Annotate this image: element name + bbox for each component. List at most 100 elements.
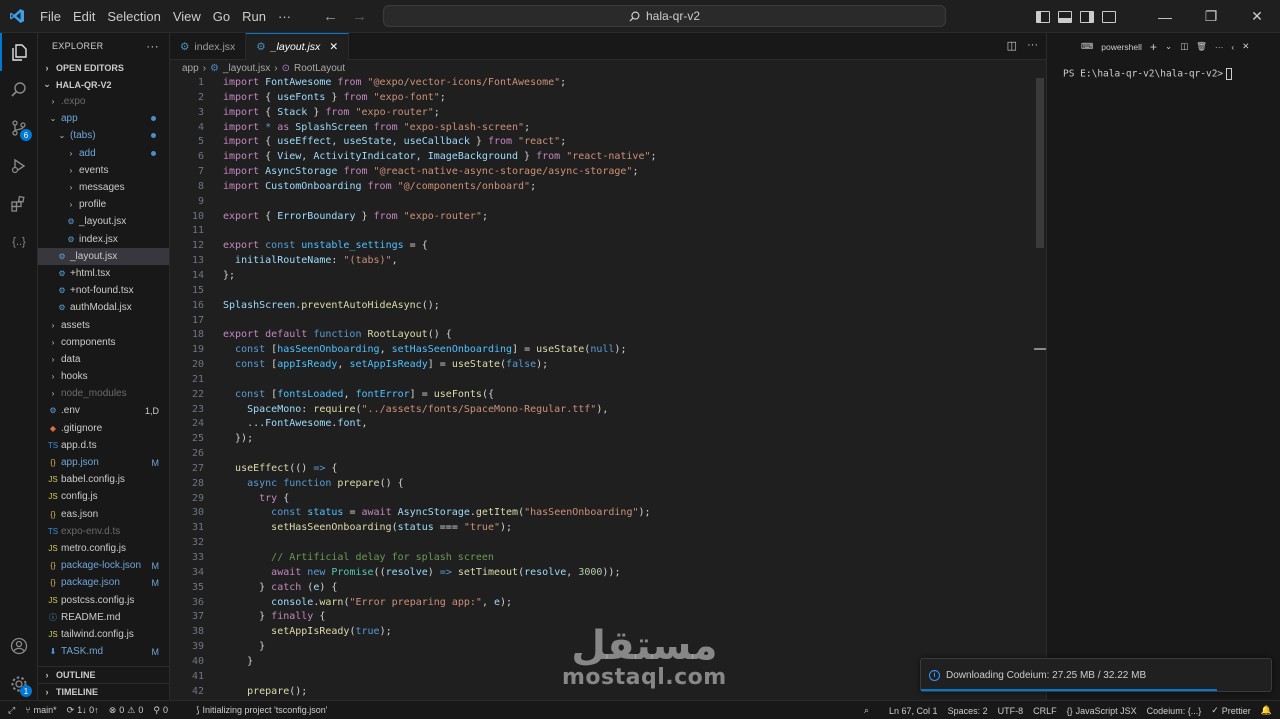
- file-item[interactable]: ⓘ README.md: [38, 609, 169, 626]
- search-activity[interactable]: [0, 71, 38, 109]
- terminal-shell-name[interactable]: powershell: [1101, 42, 1142, 52]
- folder-item[interactable]: ⌄ app: [38, 110, 169, 127]
- file-item[interactable]: ⚙ +not-found.tsx: [38, 282, 169, 299]
- language-mode[interactable]: {} JavaScript JSX: [1062, 706, 1142, 716]
- file-item[interactable]: {} eas.json: [38, 506, 169, 523]
- breadcrumb-file[interactable]: _layout.jsx: [223, 63, 270, 74]
- json-activity[interactable]: {..}: [0, 223, 38, 261]
- close-tab-icon[interactable]: ✕: [329, 41, 338, 53]
- open-editors-section[interactable]: › OPEN EDITORS: [38, 59, 169, 76]
- command-center-search[interactable]: hala-qr-v2: [383, 5, 946, 27]
- file-item[interactable]: ⬇ TASK.md M: [38, 643, 169, 660]
- source-control-activity[interactable]: 6: [0, 109, 38, 147]
- file-item[interactable]: JS postcss.config.js: [38, 591, 169, 608]
- prettier-status[interactable]: ✓ Prettier: [1206, 705, 1256, 716]
- new-terminal-icon[interactable]: +: [1150, 40, 1157, 54]
- file-item[interactable]: TS expo-env.d.ts: [38, 523, 169, 540]
- manage-activity[interactable]: 1: [0, 665, 38, 703]
- trash-icon[interactable]: 🗑: [1196, 41, 1207, 52]
- explorer-activity[interactable]: [0, 33, 38, 71]
- toggle-secondary-sidebar-icon[interactable]: [1080, 10, 1094, 23]
- menu-file[interactable]: File: [34, 9, 67, 24]
- codeium-status[interactable]: Codeium: {...}: [1142, 706, 1207, 716]
- folder-item[interactable]: › data: [38, 351, 169, 368]
- breadcrumb-symbol[interactable]: RootLayout: [294, 63, 345, 74]
- project-section[interactable]: ⌄ HALA-QR-V2: [38, 76, 169, 93]
- cursor-position[interactable]: Ln 67, Col 1: [884, 706, 943, 716]
- tab-layout-jsx[interactable]: ⚙ _layout.jsx ✕: [246, 33, 350, 60]
- menu-selection[interactable]: Selection: [101, 9, 166, 24]
- sync-indicator[interactable]: ⟳ 1↓ 0↑: [62, 705, 104, 716]
- file-item[interactable]: ⚙ _layout.jsx: [38, 247, 169, 265]
- notifications-bell[interactable]: 🔔: [1256, 705, 1280, 716]
- code-editor[interactable]: 1 import FontAwesome from "@expo/vector-i…: [170, 76, 1046, 700]
- more-actions-icon[interactable]: ···: [1215, 42, 1224, 52]
- minimize-button[interactable]: —: [1142, 0, 1188, 33]
- menu-go[interactable]: Go: [207, 9, 236, 24]
- accounts-activity[interactable]: [0, 627, 38, 665]
- indentation[interactable]: Spaces: 2: [943, 706, 993, 716]
- folder-item[interactable]: › add: [38, 145, 169, 162]
- close-panel-icon[interactable]: ✕: [1242, 41, 1249, 52]
- toggle-sidebar-icon[interactable]: [1036, 10, 1050, 23]
- folder-item[interactable]: › messages: [38, 179, 169, 196]
- file-item[interactable]: ⚙ index.jsx: [38, 231, 169, 248]
- encoding[interactable]: UTF-8: [993, 706, 1029, 716]
- task-indicator[interactable]: ⟆ Initializing project 'tsconfig.json': [191, 705, 333, 716]
- timeline-section[interactable]: › TIMELINE: [38, 683, 169, 700]
- close-window-button[interactable]: ✕: [1234, 0, 1280, 33]
- download-notification[interactable]: i Downloading Codeium: 27.25 MB / 32.22 …: [920, 658, 1272, 692]
- file-item[interactable]: ⚙ +html.tsx: [38, 265, 169, 282]
- file-item[interactable]: JS config.js: [38, 488, 169, 505]
- more-actions-icon[interactable]: ···: [1027, 39, 1038, 52]
- folder-item[interactable]: › .expo: [38, 93, 169, 110]
- folder-item[interactable]: ⌄ (tabs): [38, 127, 169, 144]
- editor-scrollbar[interactable]: [1034, 76, 1046, 700]
- breadcrumb-folder[interactable]: app: [182, 63, 199, 74]
- folder-item[interactable]: › hooks: [38, 368, 169, 385]
- run-debug-activity[interactable]: [0, 147, 38, 185]
- branch-indicator[interactable]: ⑂ main*: [20, 705, 61, 715]
- menu-more[interactable]: ···: [272, 9, 297, 24]
- folder-item[interactable]: › profile: [38, 196, 169, 213]
- file-item[interactable]: {} package.json M: [38, 574, 169, 591]
- ports-indicator[interactable]: ⚲ 0: [148, 705, 173, 716]
- folder-item[interactable]: › node_modules: [38, 385, 169, 402]
- extensions-activity[interactable]: [0, 185, 38, 223]
- more-actions-icon[interactable]: ···: [146, 39, 159, 53]
- menu-edit[interactable]: Edit: [67, 9, 101, 24]
- outline-section[interactable]: › OUTLINE: [38, 666, 169, 683]
- folder-item[interactable]: › components: [38, 334, 169, 351]
- tab-index-jsx[interactable]: ⚙ index.jsx: [170, 33, 247, 60]
- file-item[interactable]: JS babel.config.js: [38, 471, 169, 488]
- remote-indicator[interactable]: ⤢: [0, 705, 20, 716]
- file-item[interactable]: ⚙ authModal.jsx: [38, 299, 169, 316]
- back-arrow-icon[interactable]: ←: [323, 8, 338, 25]
- toggle-panel-icon[interactable]: [1058, 10, 1072, 23]
- file-item[interactable]: TS app.d.ts: [38, 437, 169, 454]
- folder-item[interactable]: › assets: [38, 316, 169, 333]
- folder-item[interactable]: › events: [38, 162, 169, 179]
- scrollbar-thumb[interactable]: [1036, 78, 1044, 248]
- menu-run[interactable]: Run: [236, 9, 272, 24]
- menu-view[interactable]: View: [167, 9, 207, 24]
- maximize-button[interactable]: ❐: [1188, 0, 1234, 33]
- eol[interactable]: CRLF: [1028, 706, 1062, 716]
- terminal-panel[interactable]: PS E:\hala-qr-v2\hala-qr-v2>: [1046, 60, 1280, 700]
- split-editor-icon[interactable]: ◫: [1007, 39, 1017, 52]
- file-item[interactable]: JS tailwind.config.js: [38, 626, 169, 643]
- file-item[interactable]: JS metro.config.js: [38, 540, 169, 557]
- problems-indicator[interactable]: ⊗ 0 ⚠ 0: [104, 705, 149, 716]
- forward-arrow-icon[interactable]: →: [352, 8, 367, 25]
- file-item[interactable]: ◆ .gitignore: [38, 420, 169, 437]
- chevron-down-icon[interactable]: ⌄: [1165, 41, 1172, 52]
- zoom-indicator[interactable]: ⌕: [859, 705, 874, 716]
- file-item[interactable]: ⚙ _layout.jsx: [38, 213, 169, 230]
- customize-layout-icon[interactable]: [1102, 10, 1116, 23]
- file-item[interactable]: {} package-lock.json M: [38, 557, 169, 574]
- chevron-left-icon[interactable]: ‹: [1231, 42, 1234, 52]
- warning-count: 0: [138, 705, 144, 715]
- file-item[interactable]: ⚙ .env 1,D: [38, 402, 169, 419]
- split-terminal-icon[interactable]: ◫: [1180, 41, 1188, 52]
- file-item[interactable]: {} app.json M: [38, 454, 169, 471]
